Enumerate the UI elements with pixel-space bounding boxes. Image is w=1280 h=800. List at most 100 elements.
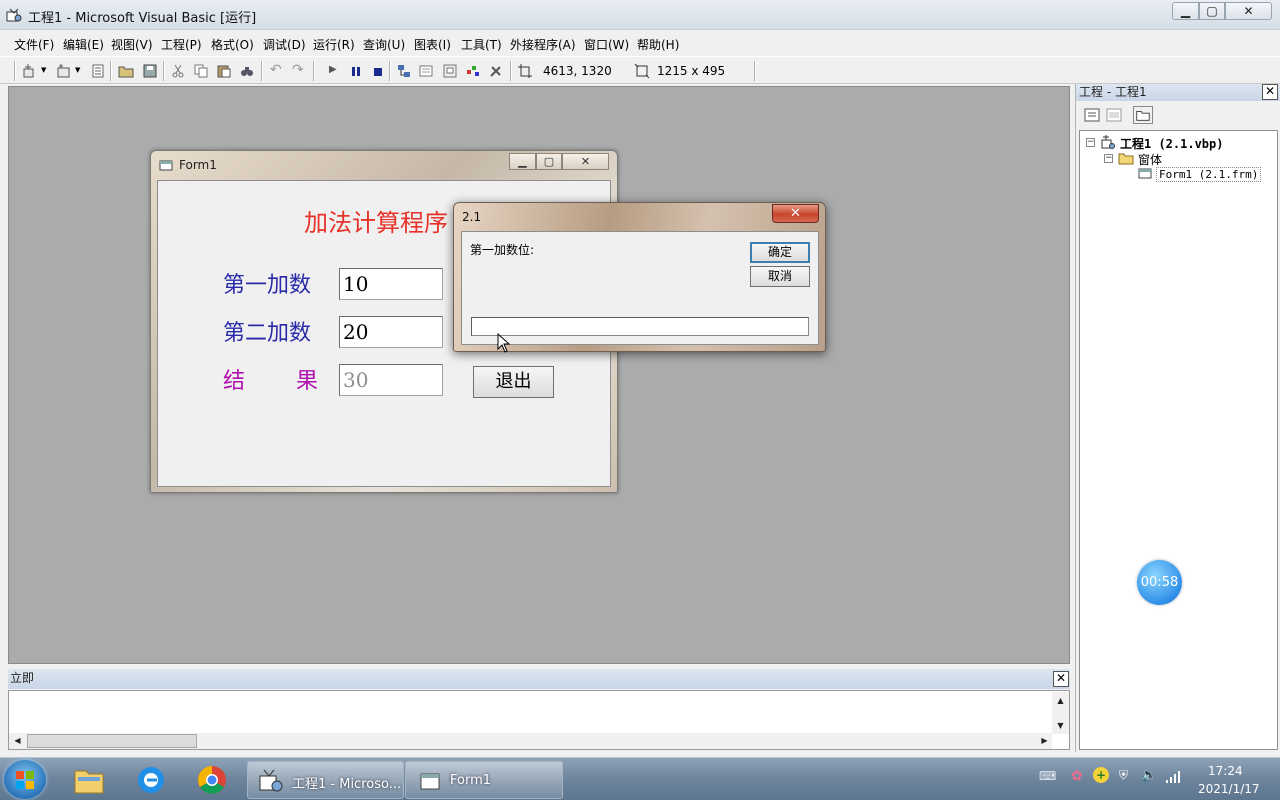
start-icon[interactable]: ▶ (329, 64, 337, 75)
clock-date[interactable]: 2021/1/17 (1198, 782, 1260, 796)
keyboard-icon[interactable]: ⌨ (1039, 769, 1056, 783)
menu-format[interactable]: 格式(O) (211, 36, 254, 53)
menu-addins[interactable]: 外接程序(A) (510, 36, 576, 53)
taskbar-task-form1[interactable]: Form1 (405, 761, 563, 799)
add-form-icon[interactable] (56, 63, 72, 79)
menu-edit[interactable]: 编辑(E) (63, 36, 104, 53)
first-addend-label: 第一加数 (223, 273, 312, 298)
window-title: 工程1 - Microsoft Visual Basic [运行] (28, 11, 257, 26)
menu-run[interactable]: 运行(R) (313, 36, 355, 53)
toolbar-separator (389, 61, 391, 81)
toggle-folders-icon[interactable] (1133, 106, 1153, 124)
toolbar-grip (14, 61, 16, 81)
form1-close-button[interactable]: ✕ (562, 153, 609, 170)
menu-file[interactable]: 文件(F) (14, 36, 54, 53)
start-button[interactable] (4, 760, 46, 799)
close-window-button[interactable]: ✕ (1225, 2, 1272, 20)
volume-icon[interactable]: 🔈 (1141, 768, 1157, 783)
main-title-bar[interactable]: 工程1 - Microsoft Visual Basic [运行] ▁ ▢ ✕ (0, 0, 1280, 30)
taskbar-task-form1-label: Form1 (450, 773, 492, 788)
horizontal-scroll-thumb[interactable] (27, 734, 197, 748)
taskbar-task-vb[interactable]: 工程1 - Microso... (247, 761, 404, 799)
edge-browser-icon (138, 767, 164, 793)
second-addend-input[interactable]: 20 (339, 316, 443, 348)
minimize-button[interactable]: ▁ (1172, 2, 1199, 20)
project-explorer-close-button[interactable]: ✕ (1262, 84, 1278, 100)
folder-icon (1118, 153, 1134, 165)
project-node-icon (1101, 135, 1115, 149)
network-signal-icon[interactable] (1165, 770, 1181, 784)
collapse-project-icon[interactable]: − (1086, 138, 1095, 147)
taskbar-task-vb-label: 工程1 - Microso... (292, 777, 402, 792)
scroll-right-icon[interactable]: ▶ (1036, 733, 1053, 749)
clock-time[interactable]: 17:24 (1208, 764, 1243, 778)
toolbar-separator (163, 61, 165, 81)
ok-button[interactable]: 确定 (750, 242, 810, 263)
form1-taskbar-icon (420, 773, 440, 790)
tree-project-node[interactable]: 工程1 (2.1.vbp) (1120, 135, 1223, 152)
immediate-window-close-button[interactable]: ✕ (1053, 671, 1069, 687)
undo-icon[interactable]: ↶ (270, 62, 282, 78)
menu-editor-icon[interactable] (90, 63, 106, 79)
form1-minimize-button[interactable]: ▁ (509, 153, 536, 170)
form-layout-icon[interactable] (442, 63, 458, 79)
object-browser-icon[interactable] (465, 63, 481, 79)
taskbar: 工程1 - Microso... Form1 ⌨ ✿ + ⛨ 🔈 17:24 2… (0, 757, 1280, 800)
dropdown-arrow-icon[interactable]: ▼ (41, 66, 46, 74)
menu-help[interactable]: 帮助(H) (637, 36, 679, 53)
immediate-vertical-scrollbar[interactable]: ▲ ▼ (1052, 692, 1069, 734)
menu-bar: 文件(F) 编辑(E) 视图(V) 工程(P) 格式(O) 调试(D) 运行(R… (0, 31, 1280, 55)
find-icon[interactable] (239, 63, 255, 79)
view-object-icon[interactable] (1104, 106, 1124, 124)
taskbar-chrome[interactable] (185, 761, 239, 799)
cut-icon[interactable] (170, 63, 186, 79)
scroll-down-icon[interactable]: ▼ (1052, 717, 1069, 734)
cancel-button[interactable]: 取消 (750, 266, 810, 287)
dialog-input-field[interactable] (471, 317, 809, 336)
view-code-icon[interactable] (1082, 106, 1102, 124)
recording-timer-bubble[interactable]: 00:58 (1137, 560, 1182, 605)
add-project-icon[interactable] (22, 63, 38, 79)
menu-project[interactable]: 工程(P) (161, 36, 202, 53)
form1-maximize-button[interactable]: ▢ (536, 153, 562, 170)
pause-icon[interactable] (348, 63, 364, 79)
menu-debug[interactable]: 调试(D) (263, 36, 306, 53)
tree-form1-node[interactable]: Form1 (2.1.frm) (1156, 167, 1262, 182)
stop-icon[interactable] (370, 63, 386, 79)
maximize-button[interactable]: ▢ (1199, 2, 1225, 20)
dialog-close-button[interactable]: ✕ (772, 204, 819, 223)
form1-title: Form1 (179, 158, 217, 172)
paste-icon[interactable] (216, 63, 232, 79)
immediate-horizontal-scrollbar[interactable]: ◀ ▶ (9, 733, 1052, 749)
save-icon[interactable] (142, 63, 158, 79)
dialog-title: 2.1 (462, 210, 482, 224)
collapse-forms-folder-icon[interactable]: − (1104, 154, 1113, 163)
redo-icon[interactable]: ↷ (292, 62, 304, 78)
menu-view[interactable]: 视图(V) (111, 36, 153, 53)
menu-query[interactable]: 查询(U) (363, 36, 405, 53)
scroll-up-icon[interactable]: ▲ (1052, 692, 1069, 709)
menu-tools[interactable]: 工具(T) (461, 36, 502, 53)
tree-forms-folder[interactable]: 窗体 (1138, 151, 1162, 168)
copy-icon[interactable] (193, 63, 209, 79)
menu-window[interactable]: 窗口(W) (584, 36, 629, 53)
first-addend-input[interactable]: 10 (339, 268, 443, 300)
dropdown-arrow-icon[interactable]: ▼ (75, 66, 80, 74)
toolbar-separator (261, 61, 263, 81)
properties-window-icon[interactable] (418, 63, 434, 79)
chrome-icon (198, 766, 226, 794)
menu-diagram[interactable]: 图表(I) (414, 36, 451, 53)
project-explorer-header: 工程 - 工程1 (1076, 84, 1280, 101)
plus-tray-icon[interactable]: + (1093, 767, 1109, 783)
flower-tray-icon[interactable]: ✿ (1071, 768, 1083, 784)
security-tray-icon[interactable]: ⛨ (1119, 768, 1128, 783)
inputbox-dialog[interactable]: 2.1 ✕ 第一加数位: 确定 取消 (453, 202, 826, 352)
open-project-icon[interactable] (118, 63, 134, 79)
taskbar-explorer[interactable] (62, 761, 116, 799)
taskbar-browser-e[interactable] (124, 761, 178, 799)
position-readout: 4613, 1320 (543, 64, 612, 78)
project-explorer-icon[interactable] (396, 63, 412, 79)
quit-button[interactable]: 退出 (473, 366, 554, 398)
toolbox-icon[interactable] (488, 63, 504, 79)
scroll-left-icon[interactable]: ◀ (9, 733, 26, 749)
